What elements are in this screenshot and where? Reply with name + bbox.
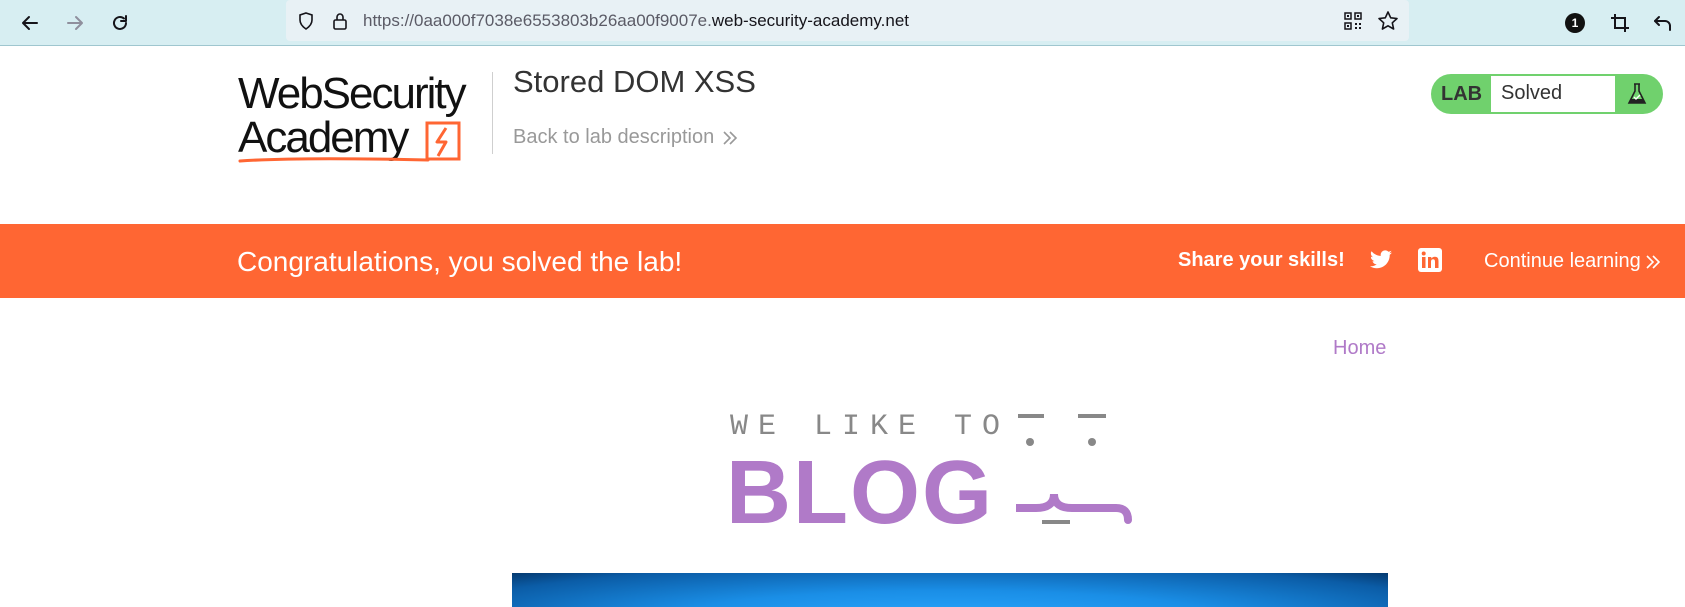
double-chevron-right-icon	[1646, 254, 1660, 269]
congratulations-message: Congratulations, you solved the lab!	[237, 246, 683, 277]
browser-toolbar: https://0aa000f7038e6553803b26aa00f9007e…	[0, 0, 1685, 46]
blog-title: BLOG	[726, 443, 994, 543]
lab-status-badge: LAB Solved	[1431, 74, 1663, 114]
flask-icon	[1617, 76, 1657, 112]
crop-button[interactable]	[1605, 8, 1635, 38]
undo-icon	[1654, 16, 1671, 31]
linkedin-icon[interactable]	[1418, 248, 1442, 272]
extension-button[interactable]: 1	[1560, 8, 1590, 38]
reload-icon	[113, 15, 127, 30]
address-bar[interactable]: https://0aa000f7038e6553803b26aa00f9007e…	[286, 0, 1409, 41]
forward-button[interactable]	[60, 8, 90, 38]
logo-line2: Academy	[238, 113, 409, 162]
qr-code-icon[interactable]	[1341, 9, 1365, 33]
logo-underline-icon	[238, 157, 430, 163]
url-prefix: https://0aa000f7038e6553803b26aa00f9007e…	[363, 11, 712, 30]
header-divider	[492, 72, 493, 154]
blog-hero-image	[512, 573, 1388, 607]
bookmark-star-icon[interactable]	[1376, 9, 1400, 33]
back-to-lab-description-link[interactable]: Back to lab description	[513, 126, 738, 149]
back-link-label: Back to lab description	[513, 126, 715, 148]
extension-badge-count: 1	[1571, 16, 1579, 30]
url-text[interactable]: https://0aa000f7038e6553803b26aa00f9007e…	[363, 11, 909, 31]
continue-learning-link[interactable]: Continue learning	[1484, 250, 1661, 273]
extension-badge-icon: 1	[1565, 13, 1585, 33]
twitter-icon[interactable]	[1368, 248, 1394, 272]
undo-button[interactable]	[1648, 8, 1678, 38]
url-domain: web-security-academy.net	[711, 11, 909, 30]
arrow-left-icon	[22, 16, 38, 30]
blog-logo: WE LIKE TO BLOG	[726, 408, 1171, 538]
home-link[interactable]: Home	[1333, 337, 1386, 360]
logo-line1: WebSecurity	[238, 69, 467, 118]
shield-icon[interactable]	[294, 9, 318, 33]
lab-status-text: Solved	[1491, 76, 1615, 112]
reload-button[interactable]	[105, 8, 135, 38]
congratulations-banner: Congratulations, you solved the lab! Sha…	[0, 224, 1685, 298]
double-chevron-right-icon	[723, 130, 738, 145]
web-security-academy-logo[interactable]: WebSecurity Academy	[238, 70, 488, 165]
arrow-right-icon	[67, 16, 83, 30]
blog-tagline: WE LIKE TO	[730, 410, 1011, 444]
lab-badge-label: LAB	[1441, 83, 1483, 105]
lab-title: Stored DOM XSS	[513, 64, 756, 99]
lock-icon[interactable]	[328, 9, 352, 33]
share-label: Share your skills!	[1178, 249, 1345, 271]
crop-icon	[1611, 14, 1629, 32]
continue-learning-label: Continue learning	[1484, 250, 1641, 272]
back-button[interactable]	[15, 8, 45, 38]
blog-face-icon	[1016, 414, 1132, 524]
